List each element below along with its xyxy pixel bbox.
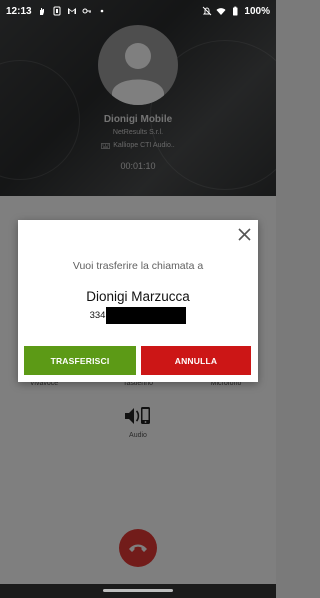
status-bar: 12:13 100% xyxy=(0,0,276,22)
nfc-icon xyxy=(52,6,62,16)
dot-icon xyxy=(97,6,107,16)
hand-icon xyxy=(37,6,47,16)
transfer-target-name: Dionigi Marzucca xyxy=(86,289,190,304)
transfer-dialog: Vuoi trasferire la chiamata a Dionigi Ma… xyxy=(18,220,258,382)
gmail-icon xyxy=(67,6,77,16)
redacted-number xyxy=(106,307,187,324)
battery-icon xyxy=(230,6,240,16)
target-number-prefix: 334 xyxy=(89,310,106,321)
call-screen: Dionigi Mobile NetResults S.r.l. Kalliop… xyxy=(0,0,276,598)
home-handle[interactable] xyxy=(103,589,173,592)
cancel-button[interactable]: ANNULLA xyxy=(141,346,251,375)
transfer-button[interactable]: TRASFERISCI xyxy=(24,346,136,375)
dialog-question: Vuoi trasferire la chiamata a xyxy=(72,260,204,272)
close-icon[interactable] xyxy=(236,226,252,242)
wifi-icon xyxy=(216,6,226,16)
transfer-target-number: 334 xyxy=(18,307,258,324)
key-icon xyxy=(82,6,92,16)
mute-bell-icon xyxy=(202,6,212,16)
status-time: 12:13 xyxy=(6,5,32,17)
battery-level: 100% xyxy=(244,5,270,17)
